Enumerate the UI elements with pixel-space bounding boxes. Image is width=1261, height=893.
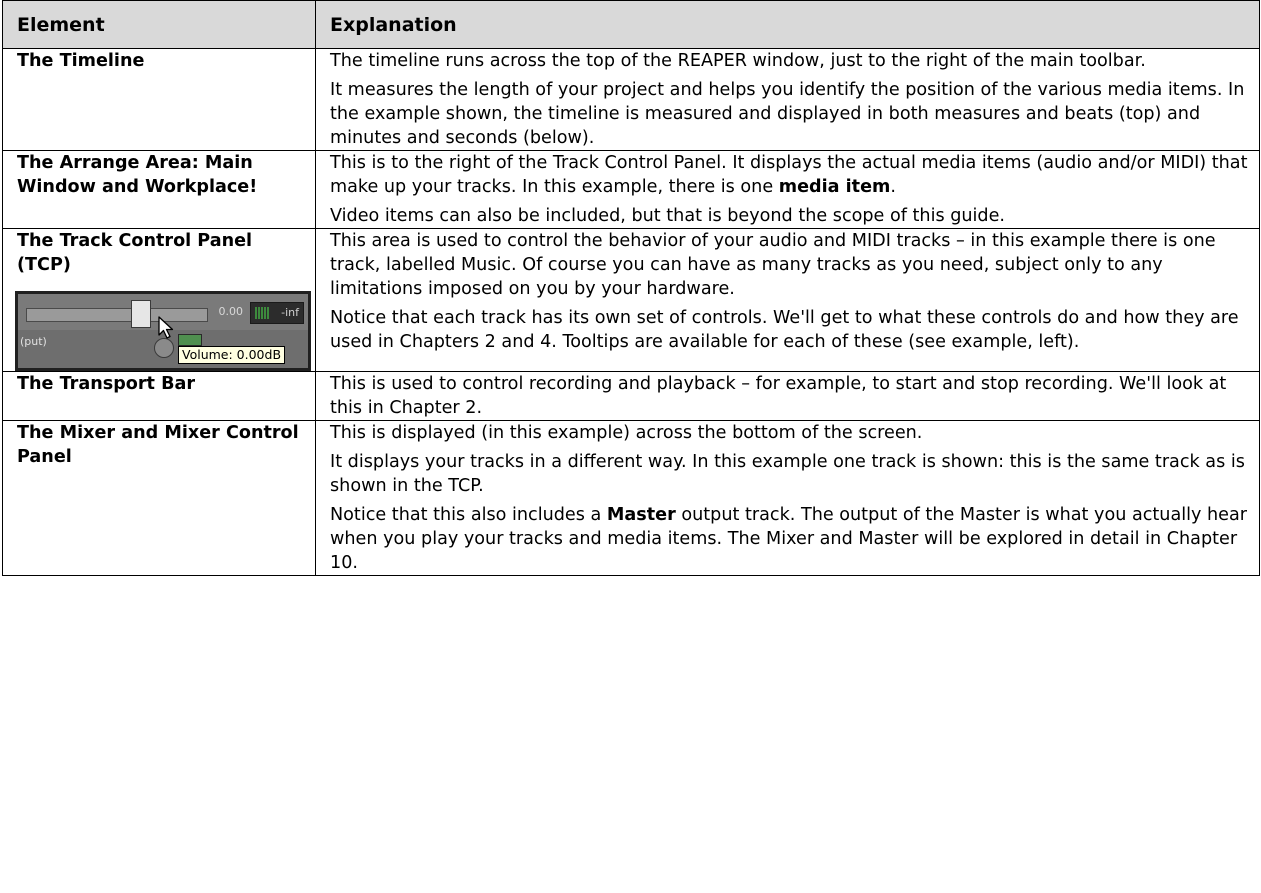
- explanation-paragraph: It measures the length of your project a…: [330, 78, 1251, 150]
- volume-tooltip: Volume: 0.00dB: [178, 346, 286, 364]
- explanation-paragraph: It displays your tracks in a different w…: [330, 450, 1251, 498]
- element-title: The Arrange Area: Main Window and Workpl…: [17, 153, 258, 197]
- header-explanation: Explanation: [315, 0, 1260, 49]
- meter-bars: [255, 307, 269, 319]
- explanation-text: This area is used to control the behavio…: [330, 231, 1216, 299]
- explanation-text: .: [890, 177, 896, 197]
- table-row: The Transport Bar This is used to contro…: [2, 371, 1260, 421]
- volume-fader[interactable]: [26, 308, 208, 322]
- explanation-paragraph: Notice that this also includes a Master …: [330, 503, 1251, 575]
- explanation-text: Notice that each track has its own set o…: [330, 308, 1239, 352]
- explanation-paragraph: This is displayed (in this example) acro…: [330, 421, 1251, 445]
- volume-readout: 0.00: [218, 305, 244, 318]
- explanation-table: Element Explanation The Timeline The tim…: [2, 0, 1260, 576]
- meter-readout: -inf: [281, 306, 299, 319]
- explanation-cell: This is used to control recording and pl…: [315, 371, 1260, 421]
- element-title: The Transport Bar: [17, 374, 196, 394]
- bold-term: Master: [606, 505, 676, 525]
- explanation-text: Notice that this also includes a: [330, 505, 607, 525]
- header-row: Element Explanation: [2, 0, 1260, 49]
- explanation-paragraph: The timeline runs across the top of the …: [330, 49, 1251, 73]
- record-arm-button[interactable]: [178, 334, 202, 346]
- explanation-text: Video items can also be included, but th…: [330, 206, 1006, 226]
- volume-fader-knob[interactable]: [131, 300, 152, 328]
- explanation-text: This is used to control recording and pl…: [330, 374, 1227, 418]
- element-title: The Track Control Panel (TCP): [17, 231, 253, 275]
- tcp-tooltip-screenshot: 0.00 -inf (put) Volume: 0.00dB: [15, 291, 311, 371]
- input-label: (put): [20, 335, 47, 348]
- table-row: The Mixer and Mixer Control Panel This i…: [2, 420, 1260, 576]
- header-element: Element: [2, 0, 316, 49]
- element-title: The Timeline: [17, 51, 145, 71]
- explanation-text: The timeline runs across the top of the …: [330, 51, 1146, 71]
- explanation-text: It displays your tracks in a different w…: [330, 452, 1245, 496]
- element-cell: The Timeline: [2, 48, 316, 151]
- level-meter: -inf: [250, 302, 304, 324]
- explanation-cell: The timeline runs across the top of the …: [315, 48, 1260, 151]
- explanation-paragraph: Video items can also be included, but th…: [330, 204, 1251, 228]
- bold-term: media item: [778, 177, 891, 197]
- element-title: The Mixer and Mixer Control Panel: [17, 423, 299, 467]
- table-row: The Track Control Panel (TCP) 0.00 -inf …: [2, 228, 1260, 372]
- explanation-paragraph: This is used to control recording and pl…: [330, 372, 1251, 420]
- explanation-cell: This is displayed (in this example) acro…: [315, 420, 1260, 576]
- explanation-paragraph: Notice that each track has its own set o…: [330, 306, 1251, 354]
- explanation-text: It measures the length of your project a…: [330, 80, 1245, 148]
- explanation-text: This is displayed (in this example) acro…: [330, 423, 923, 443]
- explanation-cell: This is to the right of the Track Contro…: [315, 150, 1260, 229]
- mouse-cursor-icon: [158, 316, 174, 339]
- pan-knob[interactable]: [154, 338, 174, 358]
- element-cell: The Transport Bar: [2, 371, 316, 421]
- table-row: The Arrange Area: Main Window and Workpl…: [2, 150, 1260, 229]
- table-row: The Timeline The timeline runs across th…: [2, 48, 1260, 151]
- element-cell: The Arrange Area: Main Window and Workpl…: [2, 150, 316, 229]
- explanation-paragraph: This area is used to control the behavio…: [330, 229, 1251, 301]
- element-cell: The Mixer and Mixer Control Panel: [2, 420, 316, 576]
- explanation-paragraph: This is to the right of the Track Contro…: [330, 151, 1251, 199]
- explanation-cell: This area is used to control the behavio…: [315, 228, 1260, 372]
- element-cell: The Track Control Panel (TCP) 0.00 -inf …: [2, 228, 316, 372]
